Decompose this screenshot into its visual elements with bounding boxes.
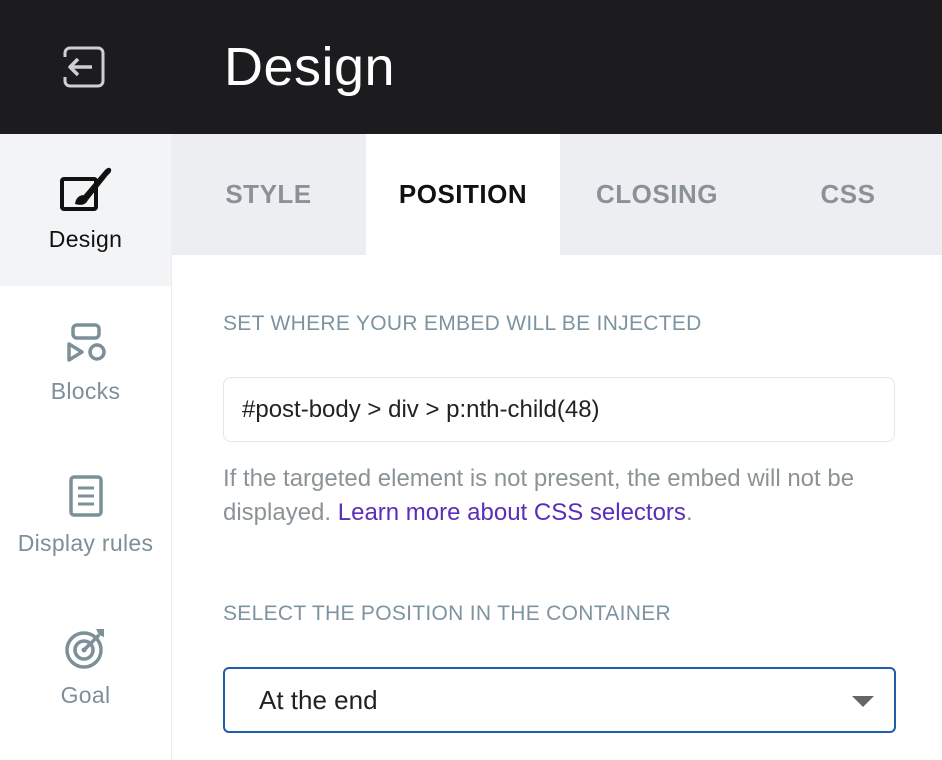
tab-style[interactable]: STYLE <box>171 134 366 255</box>
container-section-label: SELECT THE POSITION IN THE CONTAINER <box>223 602 671 625</box>
sidebar: Design Blocks Display rules Goal <box>0 134 172 760</box>
select-value: At the end <box>259 685 378 715</box>
sidebar-item-display-rules[interactable]: Display rules <box>0 438 171 590</box>
sidebar-item-label: Goal <box>60 682 111 708</box>
tab-position[interactable]: POSITION <box>366 134 560 255</box>
selector-help-text: If the targeted element is not present, … <box>223 462 903 530</box>
page-title: Design <box>224 37 396 97</box>
top-bar: Design <box>0 0 942 134</box>
target-icon <box>64 629 104 669</box>
sidebar-item-goal[interactable]: Goal <box>0 590 171 742</box>
exit-icon <box>61 46 105 88</box>
blocks-icon <box>66 323 106 362</box>
help-text-end: . <box>685 499 693 526</box>
tab-css[interactable]: CSS <box>754 134 942 255</box>
exit-button[interactable] <box>61 45 106 89</box>
sidebar-item-label: Blocks <box>50 378 121 404</box>
sidebar-item-blocks[interactable]: Blocks <box>0 286 171 438</box>
css-selectors-link[interactable]: Learn more about CSS selectors <box>338 499 686 526</box>
sidebar-item-design[interactable]: Design <box>0 134 171 286</box>
sidebar-item-label: Design <box>48 226 123 252</box>
tab-closing[interactable]: CLOSING <box>560 134 754 255</box>
css-selector-input[interactable] <box>223 377 895 442</box>
chevron-down-icon <box>852 696 874 707</box>
container-position-select[interactable]: At the end <box>223 667 896 733</box>
inject-section-label: SET WHERE YOUR EMBED WILL BE INJECTED <box>223 312 702 335</box>
sidebar-item-label: Display rules <box>17 530 154 556</box>
list-icon <box>68 475 103 517</box>
tab-bar: STYLE POSITION CLOSING CSS <box>171 134 942 255</box>
paintbrush-icon <box>59 167 111 211</box>
